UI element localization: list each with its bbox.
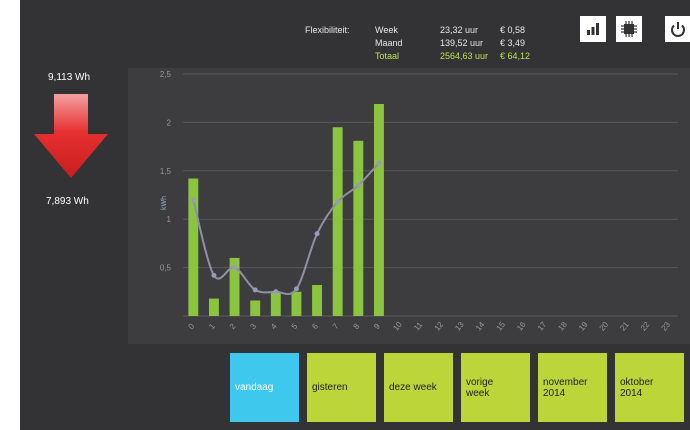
flex-period: Totaal (375, 51, 400, 61)
app-screen: Flexibiliteit: Week 23,32 uur € 0,58 Maa… (20, 0, 690, 430)
device-button[interactable] (616, 16, 642, 42)
line-point (314, 231, 320, 237)
x-tick-label: 22 (639, 320, 652, 333)
tile-this-week[interactable]: deze week (384, 353, 453, 422)
power-icon (671, 22, 685, 37)
x-tick-label: 15 (494, 320, 507, 333)
line-point (211, 272, 217, 278)
tile-yesterday[interactable]: gisteren (307, 353, 376, 422)
flex-cost: € 64,12 (500, 51, 531, 61)
y-tick-label: 1 (167, 215, 172, 224)
line-point (335, 199, 341, 205)
y-axis-label: kWh (161, 196, 168, 210)
bar (353, 140, 364, 316)
flex-cost: € 3,49 (500, 38, 526, 48)
x-tick-label: 11 (412, 320, 425, 333)
bar (373, 104, 384, 316)
x-tick-label: 21 (618, 320, 631, 333)
tile-label: oktober 2014 (620, 376, 654, 399)
x-tick-label: 7 (331, 321, 341, 331)
x-tick-label: 5 (290, 321, 300, 331)
line-point (355, 182, 361, 188)
x-tick-label: 12 (433, 320, 446, 333)
x-tick-label: 3 (248, 321, 258, 331)
bar (270, 291, 281, 316)
x-tick-label: 14 (474, 320, 487, 333)
x-tick-label: 2 (228, 321, 238, 331)
tile-label: vorige week (466, 376, 494, 399)
line-point (252, 287, 258, 293)
tile-label: vandaag (235, 382, 274, 393)
flex-cost: € 0,58 (500, 25, 526, 35)
flex-hours: 23,32 uur (440, 25, 479, 35)
x-tick-label: 13 (453, 320, 466, 333)
line-point (190, 197, 196, 203)
tile-oktober-2014[interactable]: oktober 2014 (615, 353, 684, 422)
flexibility-label: Flexibiliteit: (305, 25, 350, 35)
y-tick-label: 0,5 (160, 264, 172, 273)
y-tick-label: 1,5 (160, 167, 172, 176)
x-tick-label: 4 (269, 321, 279, 331)
chart-canvas: 0,511,522,5kWh0 1 2 3 4 5 6 7 8 9 10 11 12 13 14 15 16 17… (160, 70, 678, 333)
bar (332, 127, 343, 316)
flex-period: Week (375, 25, 398, 35)
x-tick-label: 9 (372, 321, 382, 331)
bar (250, 300, 261, 316)
energy-bottom-value: 7,893 Wh (46, 196, 89, 207)
x-tick-label: 0 (187, 321, 197, 331)
line-point (273, 289, 279, 295)
bar-chart-icon (587, 23, 599, 35)
down-arrow-icon (34, 94, 108, 178)
x-tick-label: 6 (310, 321, 320, 331)
line-point (376, 160, 382, 166)
bar (312, 285, 323, 316)
x-tick-label: 19 (577, 320, 590, 333)
x-tick-label: 10 (391, 320, 404, 333)
series-line (192, 162, 380, 296)
tile-last-week[interactable]: vorige week (461, 353, 530, 422)
flex-hours: 139,52 uur (440, 38, 484, 48)
x-tick-label: 8 (352, 321, 362, 331)
x-tick-label: 18 (556, 320, 569, 333)
tile-november-2014[interactable]: november 2014 (538, 353, 607, 422)
chart-view-button[interactable] (580, 16, 606, 42)
chip-icon (621, 21, 637, 37)
y-tick-label: 2,5 (160, 70, 172, 79)
x-tick-label: 23 (659, 320, 672, 333)
tile-label: deze week (389, 382, 437, 393)
x-tick-label: 17 (536, 320, 549, 333)
x-tick-label: 16 (515, 320, 528, 333)
line-point (293, 286, 299, 292)
x-tick-label: 20 (598, 320, 611, 333)
power-button[interactable] (665, 16, 690, 42)
tile-label: november 2014 (543, 376, 588, 399)
y-tick-label: 2 (167, 118, 172, 127)
x-tick-label: 1 (207, 321, 217, 331)
tile-today[interactable]: vandaag (230, 353, 299, 422)
tile-label: gisteren (312, 382, 348, 393)
energy-chart: 0,5 1 1,5 2 2,5 kWh 0 1 2 3 4 5 6 7 8 9 10 11 12 13 14 15 16 17… (128, 68, 690, 344)
energy-top-value: 9,113 Wh (48, 72, 91, 83)
bar (291, 291, 302, 316)
flex-period: Maand (375, 38, 403, 48)
flex-hours: 2564,63 uur (440, 51, 489, 61)
line-point (232, 265, 238, 271)
bar (208, 298, 219, 316)
